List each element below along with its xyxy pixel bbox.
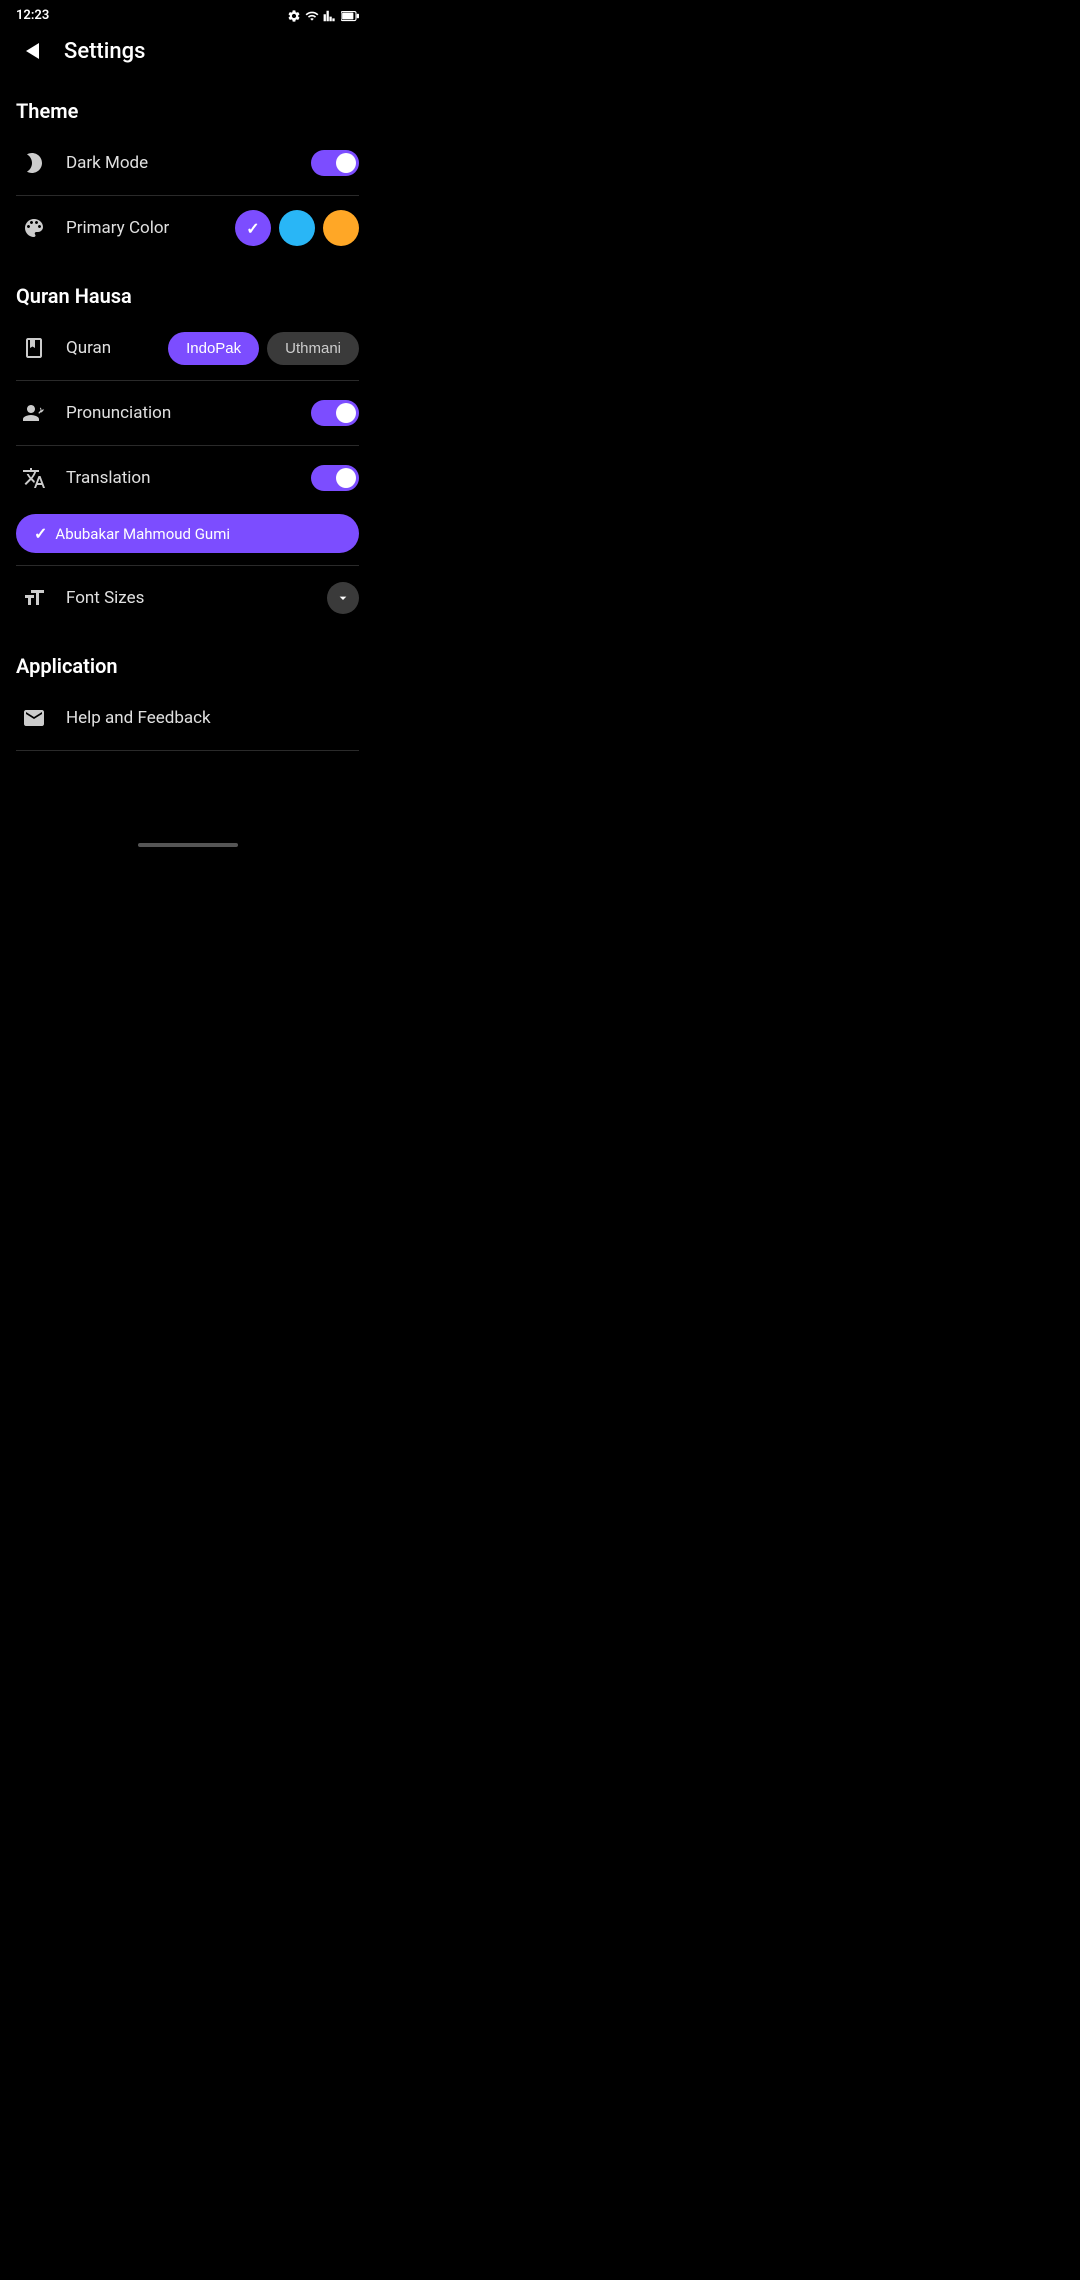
battery-status-icon <box>341 10 359 22</box>
color-orange[interactable] <box>323 210 359 246</box>
status-icons <box>287 9 359 23</box>
application-section-heading: Application <box>0 638 375 686</box>
quran-row[interactable]: Quran IndoPak Uthmani <box>0 316 375 380</box>
translation-toggle-knob <box>336 468 356 488</box>
theme-section-heading: Theme <box>0 83 375 131</box>
back-button[interactable] <box>16 35 48 67</box>
pronunciation-toggle[interactable] <box>311 400 359 426</box>
help-and-feedback-row[interactable]: Help and Feedback <box>0 686 375 750</box>
primary-color-row[interactable]: Primary Color <box>0 196 375 260</box>
translation-icon <box>16 460 52 496</box>
dark-mode-toggle-knob <box>336 153 356 173</box>
primary-color-icon <box>16 210 52 246</box>
translation-name: Abubakar Mahmoud Gumi <box>55 525 230 543</box>
quran-indopak-button[interactable]: IndoPak <box>168 332 259 365</box>
translation-label: Translation <box>66 468 297 488</box>
dark-mode-toggle[interactable] <box>311 150 359 176</box>
pronunciation-label: Pronunciation <box>66 403 297 423</box>
font-sizes-label: Font Sizes <box>66 588 313 608</box>
dark-mode-toggle-container <box>311 150 359 176</box>
dark-mode-icon <box>16 145 52 181</box>
quran-icon <box>16 330 52 366</box>
back-arrow-icon <box>26 43 39 59</box>
pronunciation-row[interactable]: Pronunciation <box>0 381 375 445</box>
status-bar: 12:23 <box>0 0 375 27</box>
translation-toggle-container <box>311 465 359 491</box>
translation-check-icon: ✓ <box>34 524 47 543</box>
dark-mode-row[interactable]: Dark Mode <box>0 131 375 195</box>
help-feedback-icon <box>16 700 52 736</box>
wifi-status-icon <box>305 9 319 23</box>
color-blue[interactable] <box>279 210 315 246</box>
dark-mode-label: Dark Mode <box>66 153 297 173</box>
translation-row[interactable]: Translation <box>0 446 375 510</box>
bottom-bar <box>0 831 375 855</box>
font-sizes-row[interactable]: Font Sizes <box>0 566 375 630</box>
primary-color-label: Primary Color <box>66 218 221 238</box>
translation-selected-button[interactable]: ✓ Abubakar Mahmoud Gumi <box>16 514 359 553</box>
status-time: 12:23 <box>16 8 49 23</box>
primary-color-options <box>235 210 359 246</box>
header: Settings <box>0 27 375 83</box>
quran-hausa-section-heading: Quran Hausa <box>0 268 375 316</box>
pronunciation-toggle-knob <box>336 403 356 423</box>
quran-label: Quran <box>66 338 154 358</box>
pronunciation-icon <box>16 395 52 431</box>
translation-toggle[interactable] <box>311 465 359 491</box>
page-title: Settings <box>64 39 145 64</box>
help-feedback-label: Help and Feedback <box>66 708 359 728</box>
signal-status-icon <box>323 9 337 23</box>
color-purple[interactable] <box>235 210 271 246</box>
pronunciation-toggle-container <box>311 400 359 426</box>
bottom-pill <box>138 843 238 847</box>
font-sizes-icon <box>16 580 52 616</box>
chevron-down-icon <box>335 590 351 606</box>
font-sizes-dropdown-button[interactable] <box>327 582 359 614</box>
settings-status-icon <box>287 9 301 23</box>
quran-options: IndoPak Uthmani <box>168 332 359 365</box>
font-sizes-dropdown-container <box>327 582 359 614</box>
quran-uthmani-button[interactable]: Uthmani <box>267 332 359 365</box>
